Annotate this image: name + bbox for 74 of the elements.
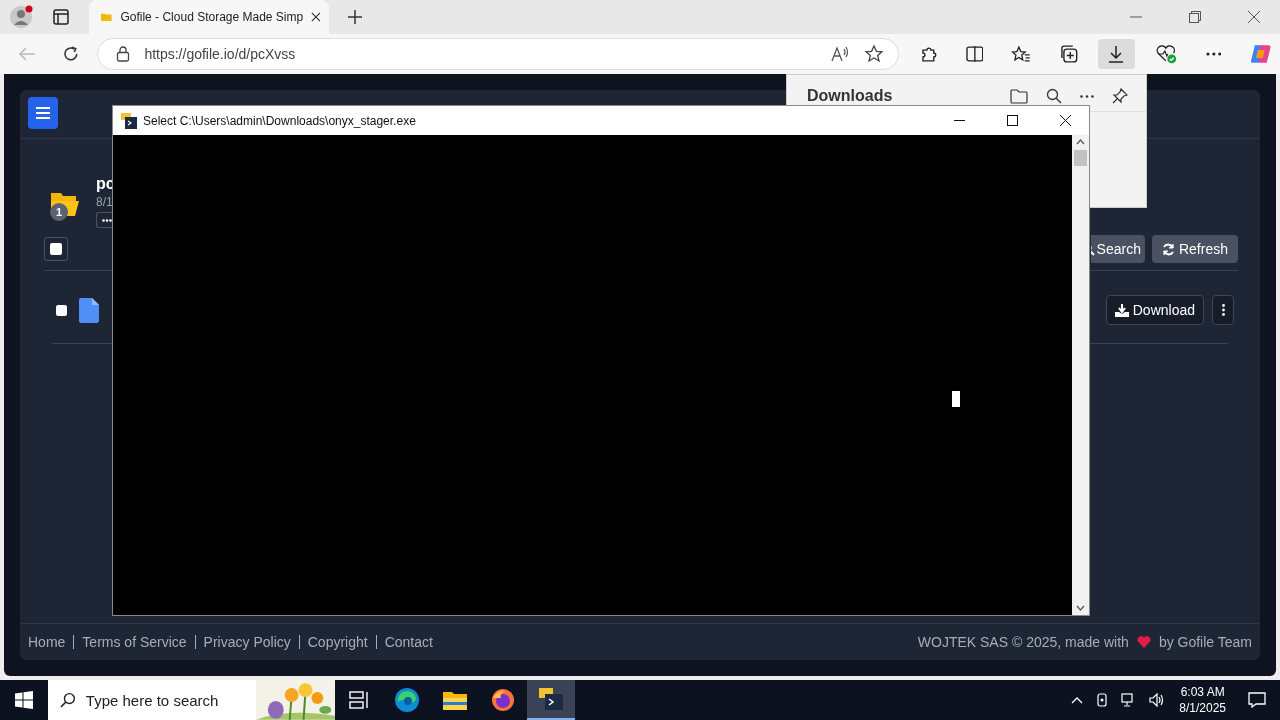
folder-icon (101, 12, 113, 22)
download-icon (1114, 303, 1129, 317)
notification-icon[interactable] (1248, 692, 1266, 708)
menu-icon (36, 107, 50, 119)
footer-link[interactable]: Privacy Policy (203, 634, 291, 650)
close-icon[interactable] (1060, 115, 1071, 126)
address-bar[interactable]: https://gofile.io/d/pcXvss (97, 38, 899, 70)
checkbox[interactable] (50, 243, 62, 255)
volume-icon[interactable] (1149, 693, 1166, 707)
tab-actions-icon[interactable] (53, 9, 69, 25)
chevron-up-icon[interactable] (1071, 696, 1084, 704)
credit-text: WOJTEK SAS © 2025, made with (917, 634, 1129, 650)
puzzle-icon[interactable] (920, 45, 938, 63)
reload-icon[interactable] (61, 45, 80, 63)
favorites-icon[interactable] (1011, 45, 1032, 63)
credit-text: by Gofile Team (1158, 634, 1252, 650)
downloads-button[interactable] (1097, 39, 1136, 69)
maximize-icon[interactable] (1007, 115, 1018, 126)
file-icon (79, 297, 99, 323)
clock-date: 8/1/2025 (1179, 700, 1226, 716)
task-view-icon (349, 691, 369, 709)
search-button[interactable]: Search (1090, 235, 1145, 263)
more-icon (1221, 304, 1225, 316)
edge-icon (394, 687, 420, 713)
download-button[interactable]: Download (1105, 295, 1204, 325)
refresh-button[interactable]: Refresh (1151, 235, 1238, 263)
browser-tab[interactable]: Gofile - Cloud Storage Made Simp (89, 0, 329, 34)
close-icon[interactable] (311, 11, 321, 23)
scrollbar[interactable] (1072, 135, 1089, 615)
window-title: Select C:\Users\admin\Downloads\onyx_stager.exe (143, 113, 416, 128)
restore-icon[interactable] (1189, 11, 1201, 23)
lock-icon (116, 46, 131, 62)
profile-icon[interactable] (9, 4, 35, 30)
more-button[interactable] (1212, 295, 1234, 325)
copilot-icon[interactable] (1249, 42, 1273, 66)
arrow-up-icon[interactable] (1076, 139, 1085, 145)
health-icon[interactable] (1156, 44, 1178, 64)
heart-icon (1136, 636, 1151, 648)
footer-link[interactable]: Terms of Service (82, 634, 187, 650)
menu-button[interactable] (28, 97, 58, 129)
refresh-icon (1161, 242, 1175, 256)
clock-time: 6:03 AM (1180, 684, 1225, 700)
folder-icon[interactable] (1010, 88, 1028, 104)
star-icon[interactable] (864, 44, 884, 64)
checkbox[interactable] (56, 304, 67, 316)
count-badge: 1 (50, 203, 68, 221)
taskbar-app[interactable] (527, 680, 575, 720)
split-screen-icon[interactable] (965, 45, 984, 63)
device-icon[interactable] (1095, 693, 1110, 707)
read-aloud-icon[interactable] (830, 45, 850, 63)
url-text: https://gofile.io/d/pcXvss (144, 46, 296, 62)
more-icon[interactable] (1205, 52, 1222, 56)
close-icon[interactable] (1248, 11, 1260, 23)
download-icon (1107, 45, 1126, 63)
console-icon (121, 112, 137, 129)
new-tab-icon[interactable] (347, 9, 363, 25)
panel-title: Downloads (807, 87, 893, 105)
tab-title: Gofile - Cloud Storage Made Simp (120, 10, 304, 24)
folder-date: 8/1 (96, 195, 113, 209)
scrollbar-thumb[interactable] (1074, 150, 1087, 166)
text-cursor (952, 391, 960, 407)
footer-link[interactable]: Contact (384, 634, 433, 650)
select-all-checkbox[interactable] (44, 237, 68, 261)
start-icon[interactable] (15, 691, 33, 709)
firefox-icon (491, 688, 515, 712)
console-icon (539, 688, 563, 710)
arrow-down-icon[interactable] (1076, 605, 1085, 611)
footer-link[interactable]: Home (28, 634, 66, 650)
footer-link[interactable]: Copyright (307, 634, 368, 650)
collections-icon[interactable] (1059, 44, 1079, 64)
pin-icon[interactable] (1112, 88, 1128, 104)
more-icon[interactable] (1080, 94, 1094, 98)
folder-icon (443, 690, 467, 710)
taskbar-search-field[interactable]: Type here to search (48, 680, 335, 720)
